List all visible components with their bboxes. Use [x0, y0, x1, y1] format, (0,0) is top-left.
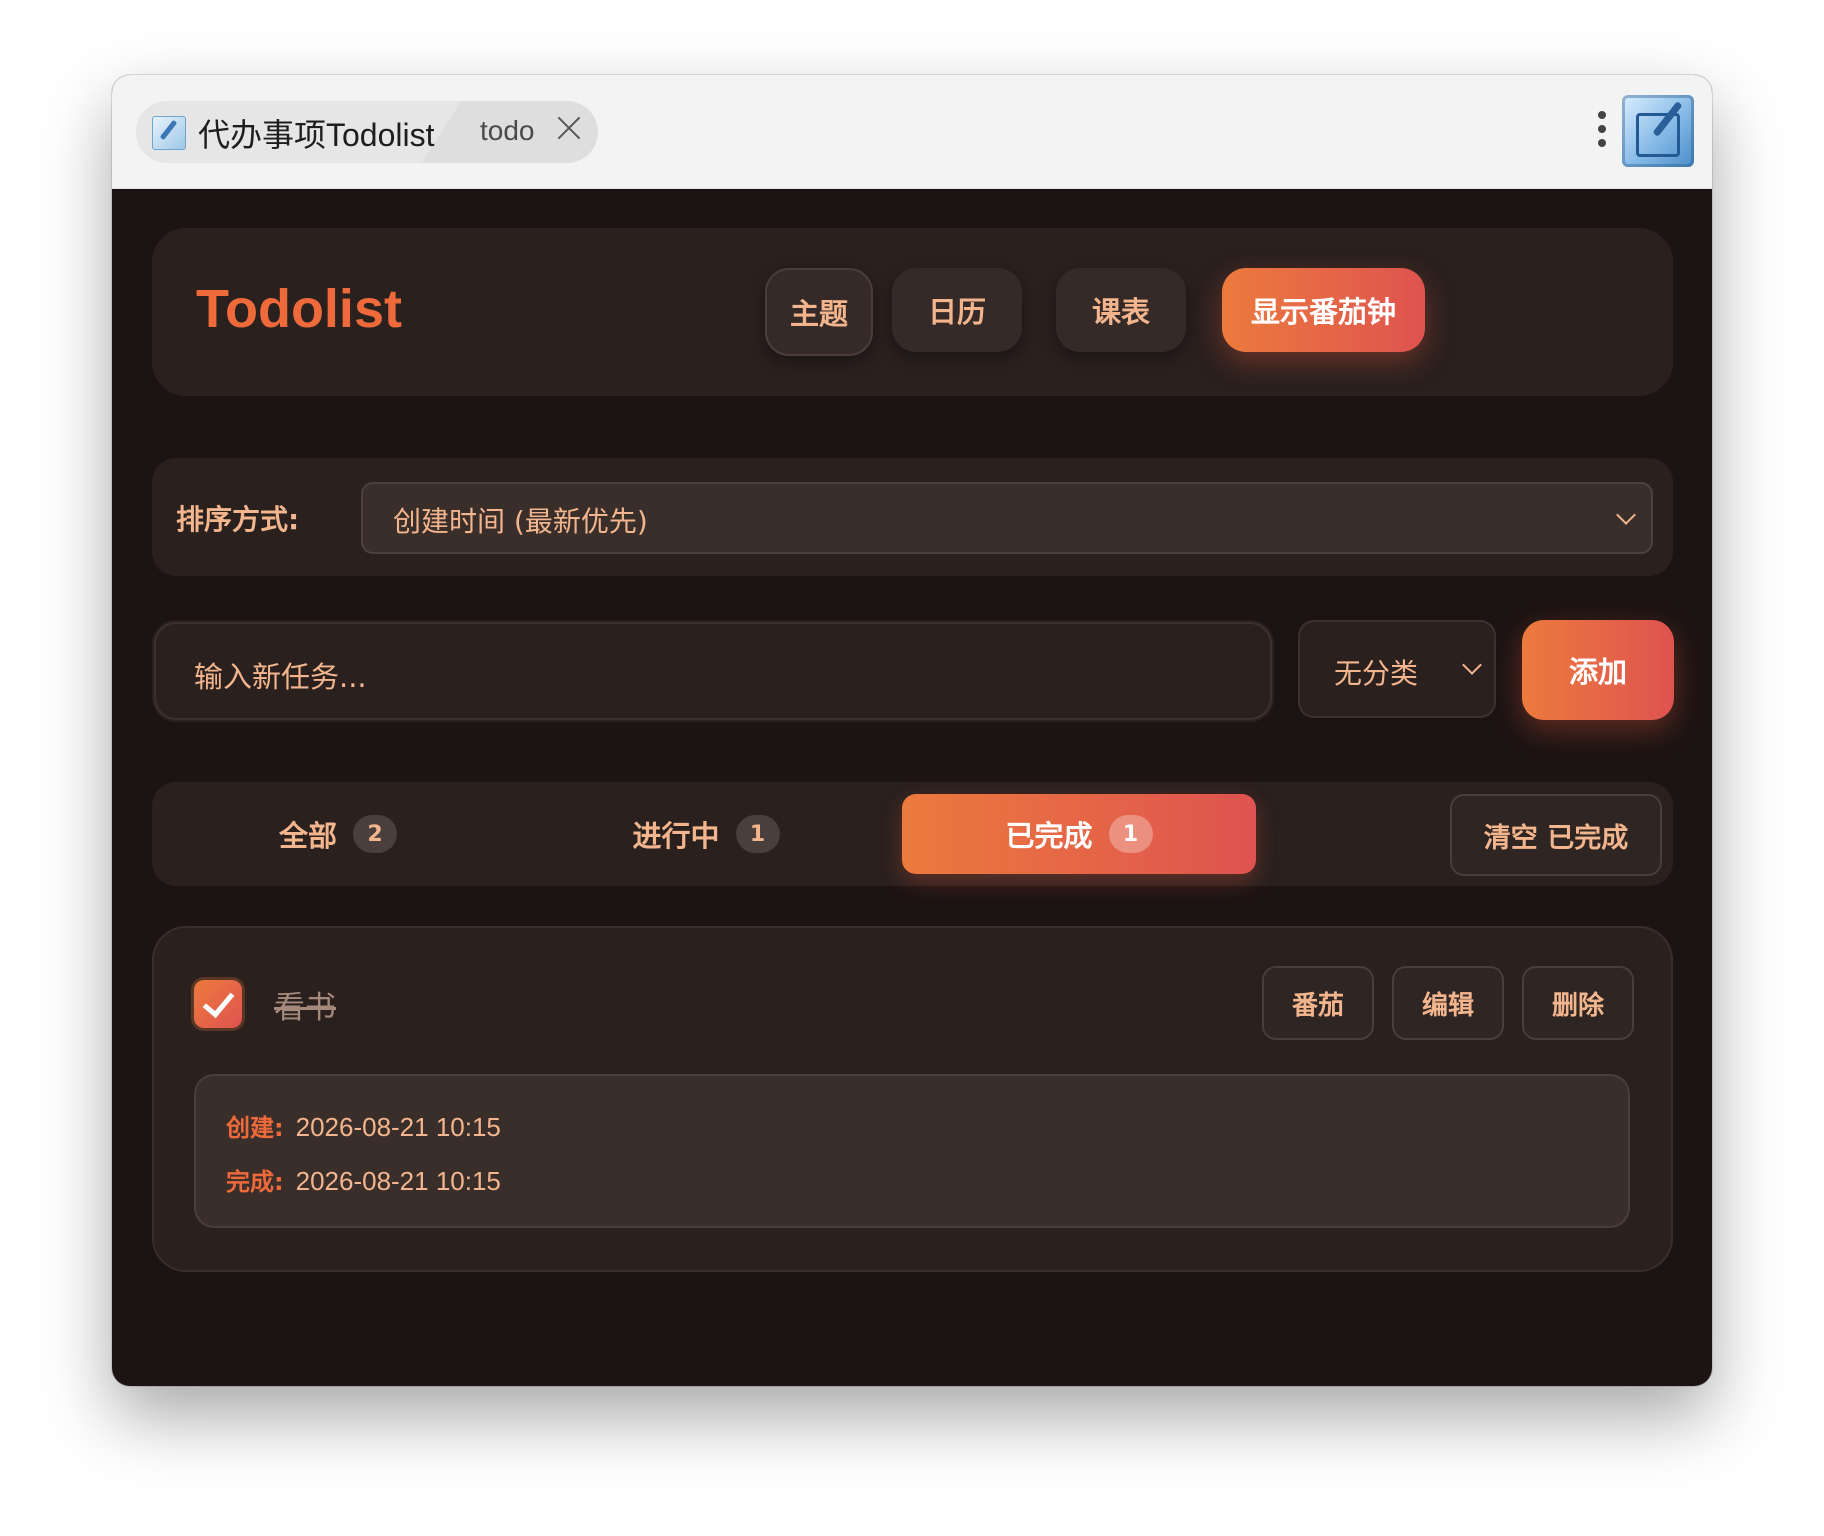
app-content: Todolist 主题 日历 课表 显示番茄钟 排序方式: 创建时间 (最新优先…	[112, 188, 1712, 1386]
completed-label: 完成:	[226, 1168, 284, 1196]
clear-completed-button[interactable]: 清空 已完成	[1450, 794, 1662, 876]
add-button[interactable]: 添加	[1522, 620, 1674, 720]
chevron-down-icon	[1616, 505, 1636, 525]
checkmark-icon	[202, 984, 235, 1019]
tab-all[interactable]: 全部 2	[162, 794, 514, 874]
calendar-button[interactable]: 日历	[892, 268, 1022, 352]
new-task-placeholder: 输入新任务...	[194, 660, 367, 694]
tab-in-progress[interactable]: 进行中 1	[530, 794, 882, 874]
app-brand: Todolist	[196, 279, 402, 339]
sort-selected-value: 创建时间 (最新优先)	[393, 505, 648, 538]
chevron-down-icon	[1462, 655, 1482, 675]
tab-all-count: 2	[353, 815, 397, 853]
sort-select[interactable]: 创建时间 (最新优先)	[361, 482, 1653, 554]
close-icon[interactable]	[556, 115, 582, 141]
todo-pomodoro-button[interactable]: 番茄	[1262, 966, 1374, 1040]
todo-text[interactable]: 看书	[274, 982, 336, 1027]
tab-subtitle[interactable]: todo	[480, 115, 535, 147]
title-bar: 代办事项Todolist todo	[112, 75, 1712, 189]
created-label: 创建:	[226, 1114, 284, 1142]
todo-checkbox[interactable]	[194, 980, 242, 1028]
todo-meta: 创建: 2026-08-21 10:15 完成: 2026-08-21 10:1…	[194, 1074, 1630, 1228]
tab-completed-label: 已完成	[1005, 819, 1093, 853]
header-card: Todolist 主题 日历 课表 显示番茄钟	[152, 228, 1673, 396]
show-pomodoro-button[interactable]: 显示番茄钟	[1222, 268, 1425, 352]
tab-completed[interactable]: 已完成 1	[902, 794, 1256, 874]
todo-item: 看书 番茄 编辑 删除 创建: 2026-08-21 10:15 完成: 202…	[152, 926, 1673, 1272]
completed-row: 完成: 2026-08-21 10:15	[226, 1162, 501, 1197]
filter-bar: 全部 2 进行中 1 已完成 1 清空 已完成	[152, 782, 1673, 886]
created-value: 2026-08-21 10:15	[295, 1112, 501, 1142]
sort-label: 排序方式:	[176, 503, 300, 536]
notepad-icon	[152, 116, 186, 150]
category-value: 无分类	[1334, 657, 1419, 690]
tab-in-progress-label: 进行中	[632, 819, 720, 853]
created-row: 创建: 2026-08-21 10:15	[226, 1108, 501, 1143]
todo-edit-button[interactable]: 编辑	[1392, 966, 1504, 1040]
tab-in-progress-count: 1	[735, 815, 780, 853]
app-window: 代办事项Todolist todo Todolist 主题 日历 课表 显示番茄…	[112, 75, 1712, 1386]
tab-title[interactable]: 代办事项Todolist	[198, 110, 435, 156]
tab-all-label: 全部	[278, 819, 337, 853]
schedule-button[interactable]: 课表	[1056, 268, 1186, 352]
category-select[interactable]: 无分类	[1298, 620, 1496, 718]
tab-completed-count: 1	[1108, 815, 1153, 853]
todo-delete-button[interactable]: 删除	[1522, 966, 1634, 1040]
new-task-input[interactable]: 输入新任务...	[152, 620, 1274, 722]
app-logo-icon	[1622, 95, 1694, 167]
sort-card: 排序方式: 创建时间 (最新优先)	[152, 458, 1673, 576]
theme-button[interactable]: 主题	[765, 268, 873, 356]
more-menu-icon[interactable]	[1598, 111, 1608, 151]
completed-value: 2026-08-21 10:15	[295, 1166, 501, 1196]
